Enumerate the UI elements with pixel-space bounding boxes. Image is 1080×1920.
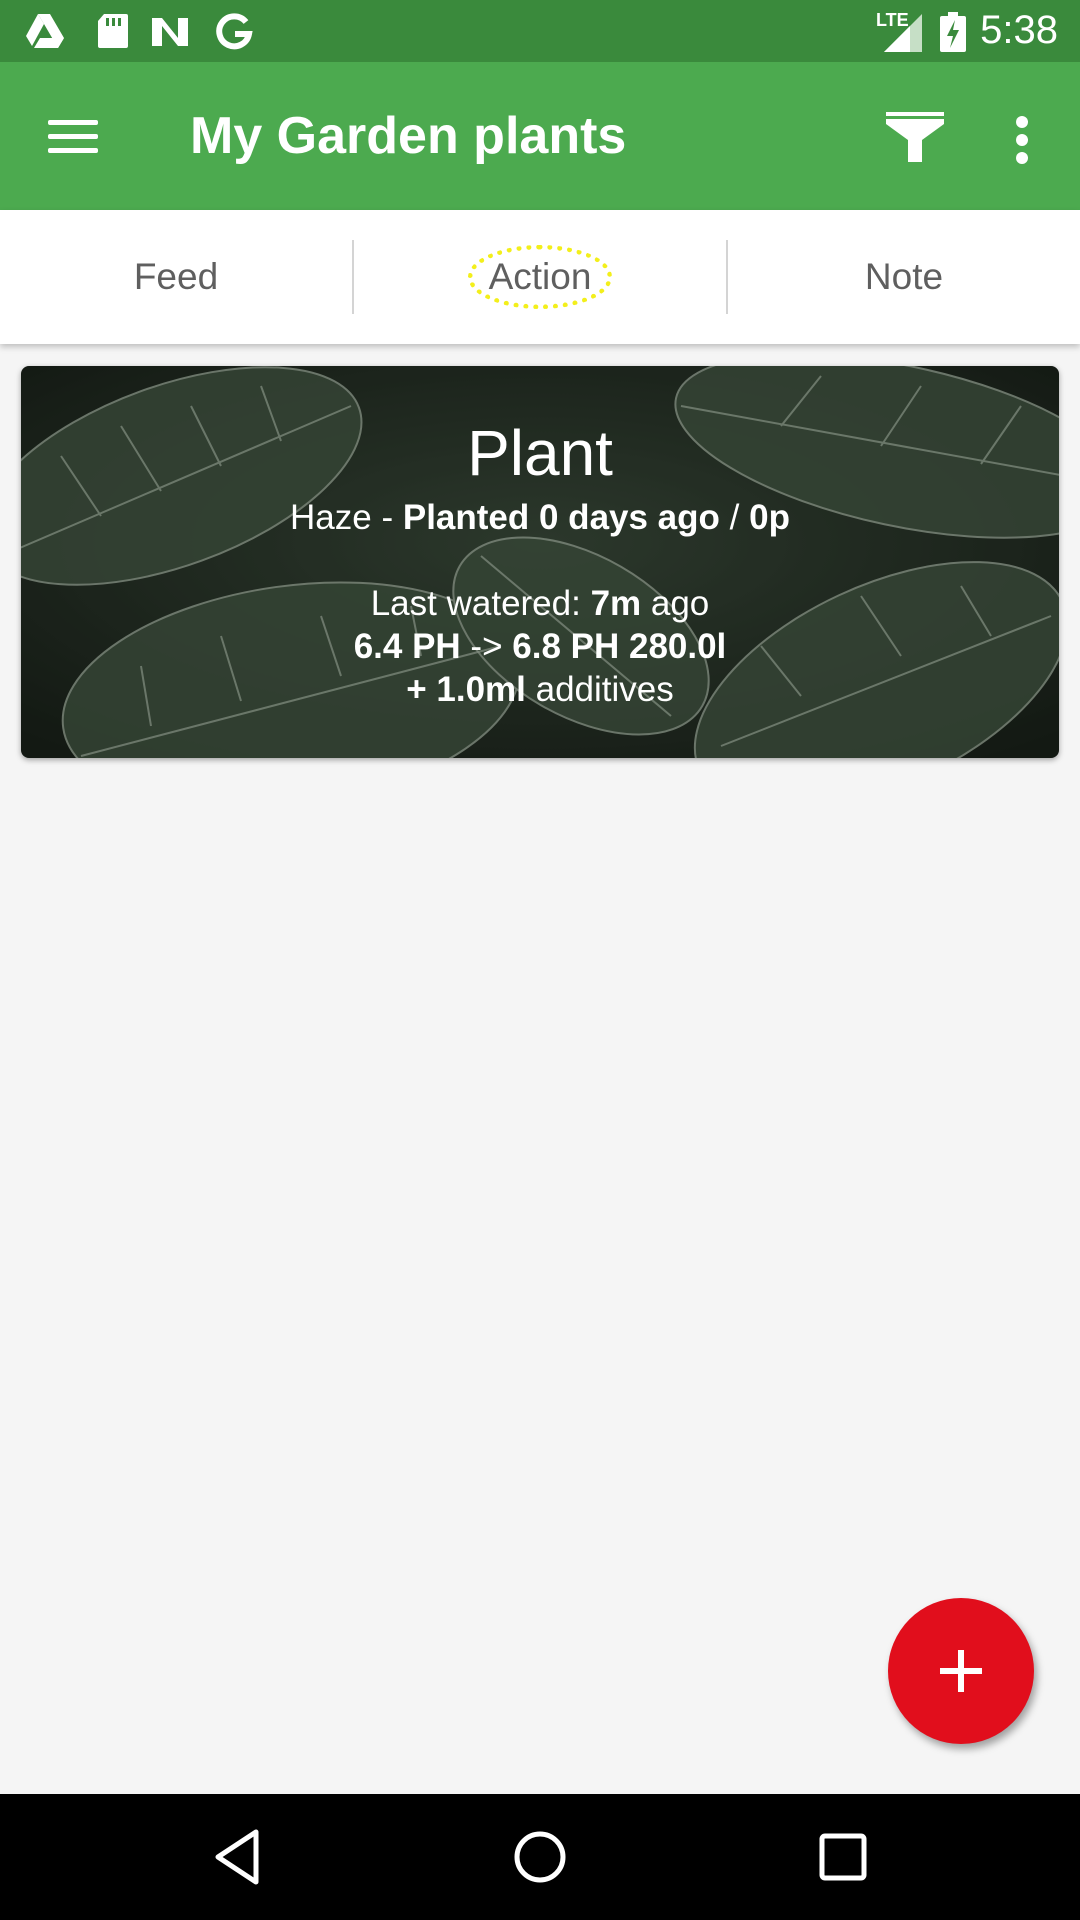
add-plant-button[interactable]	[888, 1598, 1034, 1744]
tab-action[interactable]: Action	[354, 210, 726, 344]
navigation-bar	[0, 1794, 1080, 1920]
app-bar: My Garden plants	[0, 62, 1080, 210]
ph-in: 6.4 PH	[353, 627, 461, 666]
separator: -	[371, 498, 403, 537]
plant-strain: Haze	[290, 498, 372, 537]
sd-card-icon	[98, 14, 128, 48]
n-app-icon	[152, 18, 188, 46]
additives-line: + 1.0ml additives	[21, 670, 1059, 710]
tab-action-label: Action	[467, 245, 613, 309]
plant-strain-line: Haze - Planted 0 days ago / 0p	[21, 498, 1059, 538]
last-watered-line: Last watered: 7m ago	[21, 584, 1059, 624]
additives-amount: + 1.0ml	[406, 670, 526, 709]
last-watered-value: 7m	[590, 584, 642, 623]
more-vert-icon[interactable]	[1000, 104, 1044, 174]
google-icon	[216, 13, 253, 50]
plant-period: 0p	[749, 498, 790, 537]
planted-age: Planted 0 days ago	[402, 498, 720, 537]
separator: /	[719, 498, 750, 537]
clock: 5:38	[980, 8, 1058, 52]
ph-out-volume: 6.8 PH 280.0l	[512, 627, 727, 666]
tab-bar: Feed Action Note	[0, 210, 1080, 344]
drive-icon	[26, 14, 64, 48]
tab-note[interactable]: Note	[728, 210, 1080, 344]
signal-icon	[884, 14, 922, 52]
recents-icon[interactable]	[810, 1824, 876, 1890]
add-icon	[940, 1650, 982, 1692]
status-bar: LTE 5:38	[0, 0, 1080, 62]
ph-line: 6.4 PH -> 6.8 PH 280.0l	[21, 627, 1059, 667]
tab-feed[interactable]: Feed	[0, 210, 352, 344]
home-icon[interactable]	[507, 1824, 573, 1890]
additives-label: additives	[525, 670, 674, 709]
filter-icon[interactable]	[880, 102, 950, 172]
battery-charging-icon	[940, 12, 966, 52]
plant-name: Plant	[467, 417, 613, 489]
last-watered-label: Last watered:	[370, 584, 591, 623]
ph-arrow: ->	[460, 627, 513, 666]
tab-feed-label: Feed	[133, 256, 219, 297]
back-icon[interactable]	[206, 1824, 272, 1890]
app-title: My Garden plants	[190, 107, 627, 165]
menu-icon[interactable]	[40, 106, 106, 166]
plant-card[interactable]: Plant Haze - Planted 0 days ago / 0p Las…	[21, 366, 1059, 758]
tab-note-label: Note	[864, 256, 944, 297]
last-watered-suffix: ago	[641, 584, 710, 623]
